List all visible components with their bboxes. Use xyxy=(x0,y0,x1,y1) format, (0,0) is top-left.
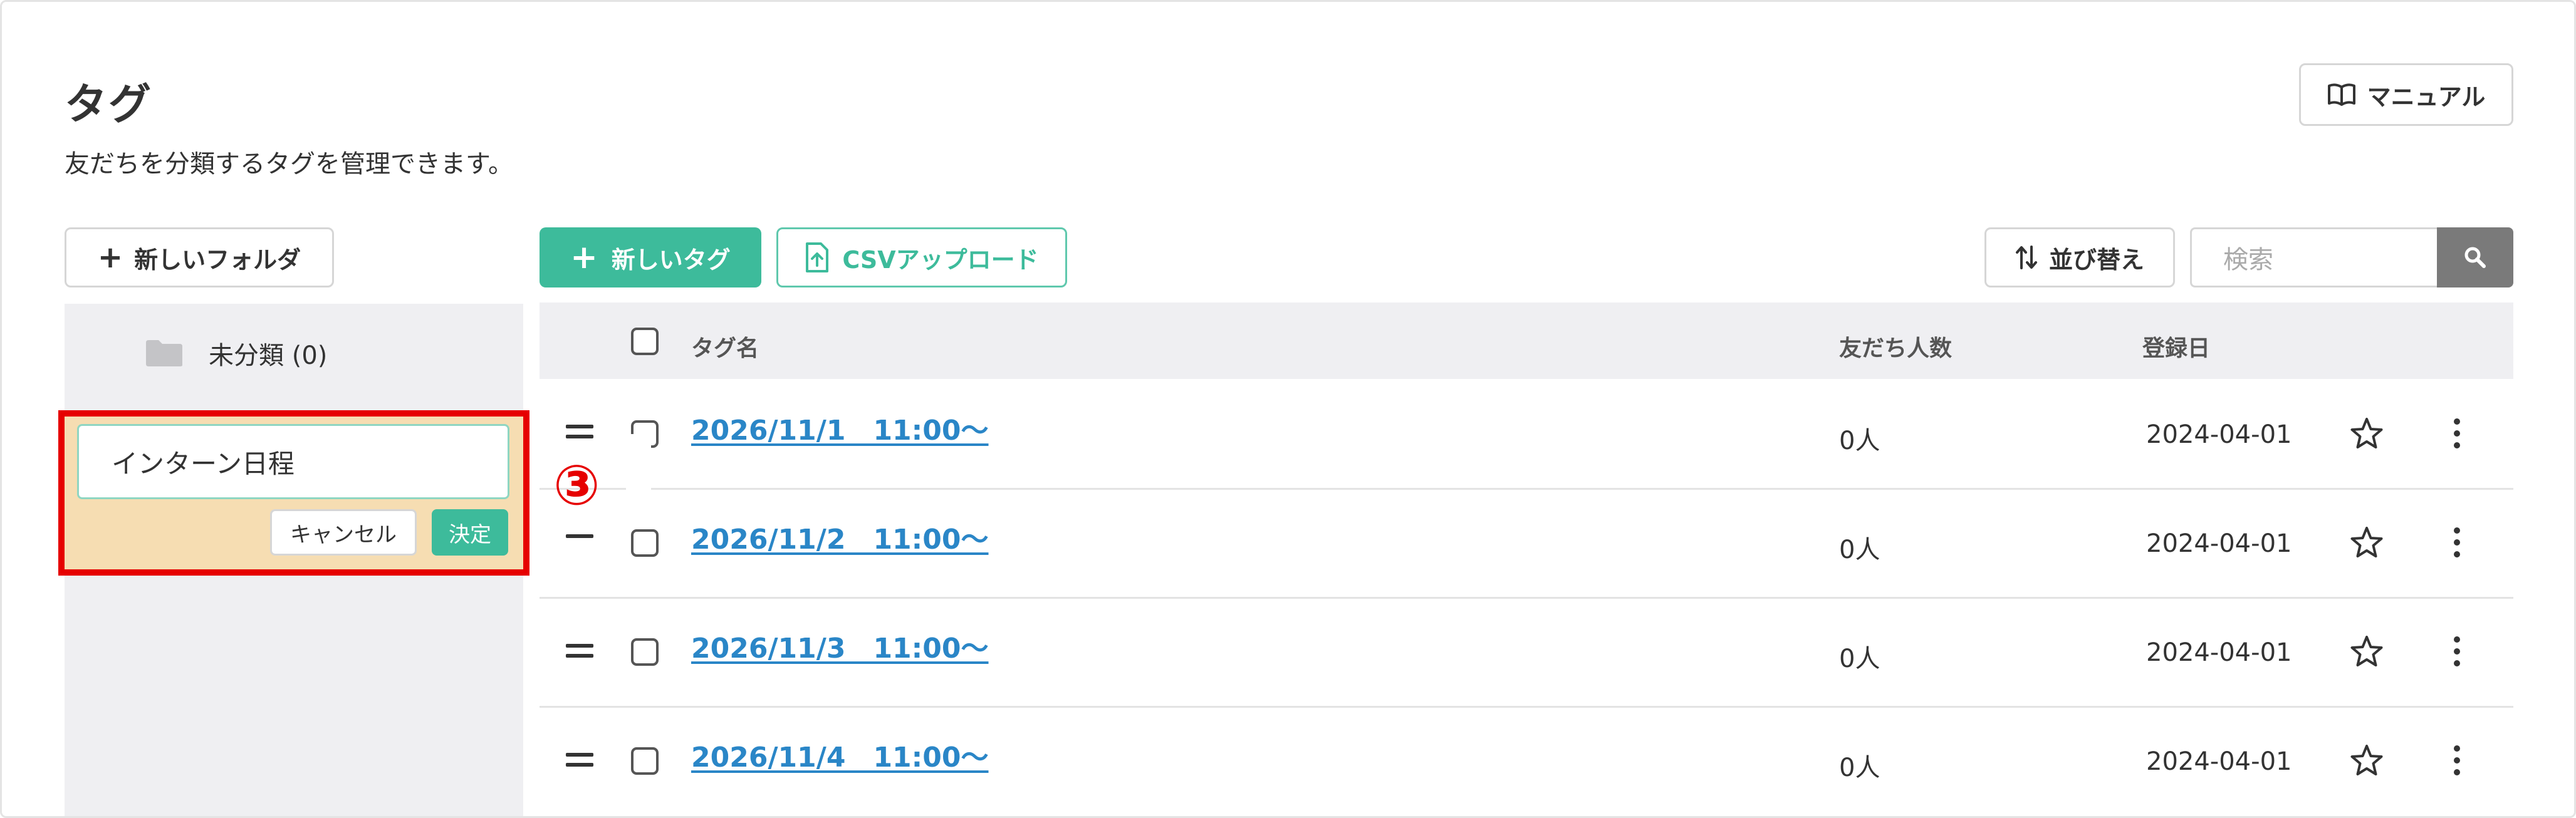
csv-upload-label: CSVアップロード xyxy=(842,246,1039,274)
tag-name-link[interactable]: 2026/11/3 11:00〜 xyxy=(691,626,989,666)
sort-arrows-icon xyxy=(2015,246,2037,269)
registered-date: 2024-04-01 xyxy=(2146,529,2292,558)
row-divider xyxy=(540,597,2513,599)
csv-upload-button[interactable]: CSVアップロード xyxy=(776,227,1067,287)
sort-label: 並び替え xyxy=(2048,246,2144,274)
manual-label: マニュアル xyxy=(2367,83,2486,111)
book-icon xyxy=(2327,83,2355,106)
new-tag-button[interactable]: + 新しいタグ xyxy=(540,227,761,287)
step-marker: ③ xyxy=(553,453,600,517)
more-menu-icon[interactable] xyxy=(2452,527,2462,558)
row-checkbox[interactable] xyxy=(631,747,659,775)
file-upload-icon xyxy=(806,242,829,272)
cancel-button[interactable]: キャンセル xyxy=(270,509,417,556)
search-input[interactable]: 検索 xyxy=(2190,227,2438,287)
column-header-registered: 登録日 xyxy=(2142,336,2211,361)
search-icon xyxy=(2464,247,2486,268)
more-menu-icon[interactable] xyxy=(2452,745,2462,776)
page-title: タグ xyxy=(65,80,153,130)
star-icon[interactable] xyxy=(2349,417,2384,450)
tag-name-link[interactable]: 2026/11/2 11:00〜 xyxy=(691,517,989,557)
new-folder-label: 新しいフォルダ xyxy=(134,246,301,274)
drag-handle-icon[interactable] xyxy=(566,644,593,664)
more-menu-icon[interactable] xyxy=(2452,636,2462,667)
row-divider xyxy=(540,706,2513,708)
column-header-friends: 友だち人数 xyxy=(1839,336,1953,361)
column-header-tag-name: タグ名 xyxy=(691,336,759,361)
friends-count: 0人 xyxy=(1839,427,1880,455)
new-tag-label: 新しいタグ xyxy=(611,246,731,274)
drag-handle-icon[interactable] xyxy=(566,534,593,544)
registered-date: 2024-04-01 xyxy=(2146,420,2292,449)
new-folder-button[interactable]: + 新しいフォルダ xyxy=(65,227,334,287)
sort-button[interactable]: 並び替え xyxy=(1984,227,2175,287)
page-subtitle: 友だちを分類するタグを管理できます。 xyxy=(65,150,513,179)
more-menu-icon[interactable] xyxy=(2452,418,2462,449)
friends-count: 0人 xyxy=(1839,536,1880,564)
row-divider xyxy=(540,488,2513,490)
friends-count: 0人 xyxy=(1839,753,1880,782)
tag-name-link[interactable]: 2026/11/4 11:00〜 xyxy=(691,735,989,775)
plus-icon: + xyxy=(570,239,598,276)
tag-management-panel: タグ 友だちを分類するタグを管理できます。 マニュアル + 新しいフォルダ + … xyxy=(0,0,2576,818)
star-icon[interactable] xyxy=(2349,743,2384,777)
tag-name-link[interactable]: 2026/11/1 11:00〜 xyxy=(691,408,989,448)
plus-icon: + xyxy=(97,240,123,275)
star-icon[interactable] xyxy=(2349,525,2384,559)
friends-count: 0人 xyxy=(1839,645,1880,673)
folder-name-input[interactable]: インターン日程 xyxy=(77,424,509,499)
folder-item-uncategorized[interactable]: 未分類 (0) xyxy=(145,335,327,371)
folder-label: 未分類 (0) xyxy=(209,341,328,370)
select-all-checkbox[interactable] xyxy=(631,328,659,355)
registered-date: 2024-04-01 xyxy=(2146,638,2292,667)
confirm-button[interactable]: 決定 xyxy=(432,509,508,556)
registered-date: 2024-04-01 xyxy=(2146,747,2292,776)
folder-icon xyxy=(146,340,182,366)
search-button[interactable] xyxy=(2437,227,2513,287)
drag-handle-icon[interactable] xyxy=(566,753,593,773)
manual-button[interactable]: マニュアル xyxy=(2299,63,2513,126)
star-icon[interactable] xyxy=(2349,634,2384,668)
row-checkbox[interactable] xyxy=(631,638,659,666)
table-header xyxy=(540,303,2513,379)
marker-backdrop xyxy=(626,434,651,509)
drag-handle-icon[interactable] xyxy=(566,425,593,445)
row-checkbox[interactable] xyxy=(631,529,659,557)
